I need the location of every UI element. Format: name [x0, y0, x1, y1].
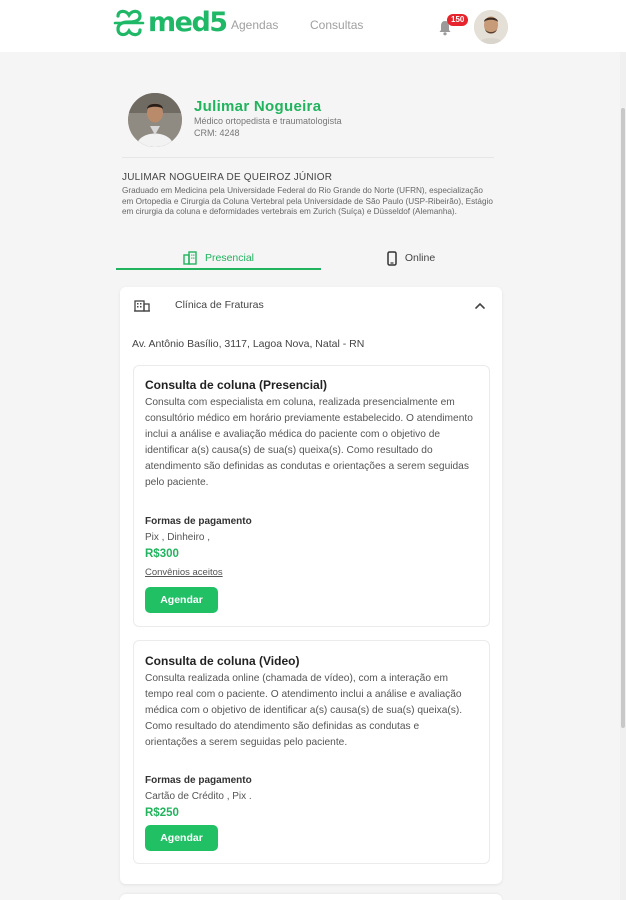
doctor-photo	[128, 93, 182, 147]
scrollbar-thumb[interactable]	[621, 108, 625, 728]
payment-label: Formas de pagamento	[145, 775, 252, 786]
insurance-link[interactable]: Convênios aceitos	[145, 567, 223, 578]
nav-consultas[interactable]: Consultas	[310, 18, 363, 32]
payment-methods: Pix , Dinheiro ,	[145, 532, 211, 543]
clinic-address: Av. Antônio Basílio, 3117, Lagoa Nova, N…	[132, 338, 365, 350]
doctor-name: Julimar Nogueira	[194, 98, 322, 115]
user-avatar[interactable]	[474, 10, 508, 44]
med5-logo-icon	[113, 9, 145, 37]
service-description: Consulta com especialista em coluna, rea…	[145, 397, 473, 488]
tab-online-label: Online	[404, 252, 436, 264]
chevron-up-icon[interactable]	[474, 299, 486, 317]
logo-text: med5	[148, 6, 228, 38]
clinic-name[interactable]: Clínica de Fraturas	[175, 299, 264, 311]
service-price: R$250	[145, 807, 179, 819]
top-navigation-bar: med5 Agendas Consultas 150	[0, 0, 626, 52]
tab-presencial[interactable]: Presencial	[116, 246, 321, 270]
service-title: Consulta de coluna (Video)	[145, 654, 300, 668]
next-clinic-card	[120, 894, 502, 900]
service-price: R$300	[145, 548, 179, 560]
med5-logo[interactable]: med5	[112, 6, 228, 40]
tab-presencial-label: Presencial	[204, 252, 255, 264]
service-description: Consulta realizada online (chamada de ví…	[145, 673, 463, 748]
doctor-bio: Graduado em Medicina pela Universidade F…	[122, 186, 493, 216]
active-tab-indicator	[116, 268, 321, 270]
building-icon	[183, 251, 197, 265]
clinic-building-icon	[134, 298, 150, 317]
notification-badge: 150	[447, 14, 469, 26]
doctor-full-name: JULIMAR NOGUEIRA DE QUEIROZ JÚNIOR	[122, 172, 333, 183]
payment-methods: Cartão de Crédito , Pix .	[145, 791, 252, 802]
schedule-button[interactable]: Agendar	[145, 587, 218, 613]
nav-agendas[interactable]: Agendas	[231, 18, 278, 32]
doctor-crm: CRM: 4248	[194, 128, 240, 138]
tab-online[interactable]: Online	[321, 246, 501, 270]
page-scrollbar[interactable]	[620, 52, 626, 900]
payment-label: Formas de pagamento	[145, 516, 252, 527]
doctor-specialty: Médico ortopedista e traumatologista	[194, 116, 342, 126]
smartphone-icon	[387, 250, 397, 266]
service-title: Consulta de coluna (Presencial)	[145, 378, 328, 392]
schedule-button[interactable]: Agendar	[145, 825, 218, 851]
divider	[122, 157, 494, 158]
